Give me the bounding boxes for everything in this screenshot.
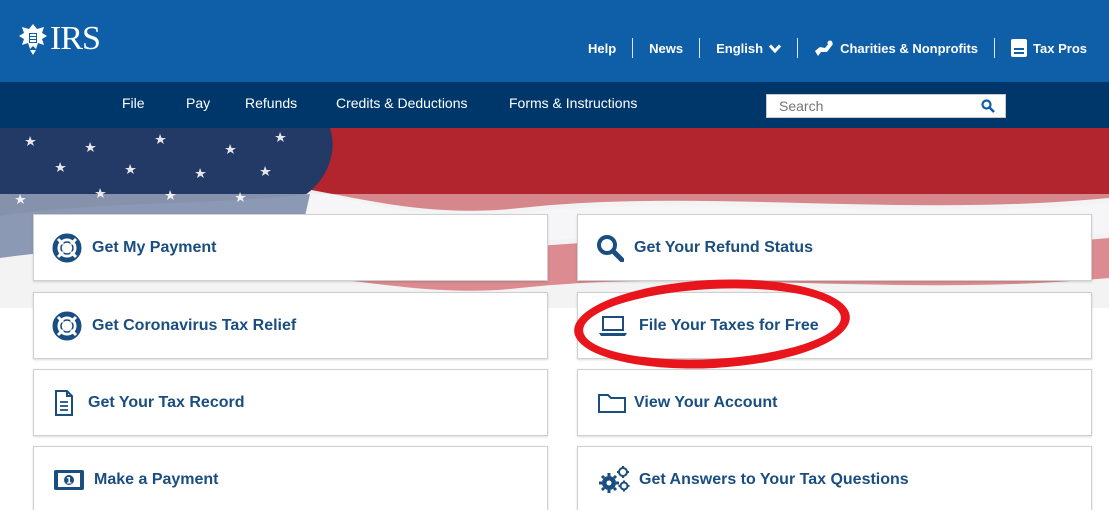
tax-pros-icon: [1011, 39, 1028, 57]
nav-item-pay[interactable]: Pay: [186, 95, 210, 111]
search-icon[interactable]: [981, 99, 995, 113]
news-link[interactable]: News: [649, 41, 683, 56]
magnifier-icon: [597, 234, 624, 262]
card-coronavirus-relief[interactable]: Get Coronavirus Tax Relief: [33, 292, 548, 359]
cash-icon: 1: [54, 469, 84, 490]
divider: [699, 38, 701, 58]
nav-item-credits-deductions[interactable]: Credits & Deductions: [336, 95, 468, 111]
card-label: Get Answers to Your Tax Questions: [639, 470, 909, 488]
svg-text:1: 1: [66, 476, 72, 486]
card-get-refund-status[interactable]: Get Your Refund Status: [577, 214, 1092, 281]
gears-icon: [599, 465, 630, 493]
utility-nav: Help News English Charities & Nonprofits…: [588, 38, 1087, 58]
lifebuoy-icon: [52, 233, 82, 262]
card-get-tax-record[interactable]: Get Your Tax Record: [33, 369, 548, 436]
card-make-payment[interactable]: 1 Make a Payment: [33, 446, 548, 510]
search-input[interactable]: [767, 95, 977, 117]
help-link-label: Help: [587, 40, 617, 56]
irs-logo[interactable]: IRS: [18, 20, 101, 57]
lifebuoy-icon: [52, 311, 82, 340]
nav-item-refunds[interactable]: Refunds: [245, 95, 297, 111]
card-label: Get Your Tax Record: [88, 393, 245, 411]
card-label: File Your Taxes for Free: [639, 316, 819, 334]
eagle-logo-icon: [19, 24, 47, 55]
card-label: Make a Payment: [94, 470, 219, 488]
charities-link[interactable]: Charities & Nonprofits: [814, 40, 978, 57]
tax-pros-link[interactable]: Tax Pros: [1011, 39, 1087, 57]
folder-icon: [598, 393, 626, 413]
divider: [994, 38, 996, 58]
divider: [632, 38, 634, 58]
card-label: Get Your Refund Status: [634, 238, 813, 256]
card-view-account[interactable]: View Your Account: [577, 369, 1092, 436]
divider: [797, 38, 799, 58]
card-tax-questions[interactable]: Get Answers to Your Tax Questions: [577, 446, 1092, 510]
chevron-down-icon: [769, 43, 782, 53]
card-file-taxes-free[interactable]: File Your Taxes for Free: [577, 292, 1092, 359]
laptop-icon: [599, 315, 627, 336]
helping-hand-icon: [815, 40, 834, 56]
search-box: [766, 94, 1006, 118]
charities-link-label: Charities & Nonprofits: [840, 40, 979, 56]
site-header: IRS Help News English Charities & Nonpro…: [0, 0, 1109, 82]
help-link[interactable]: Help: [588, 41, 616, 56]
logo-wordmark: IRS: [50, 20, 101, 57]
language-label: English: [716, 40, 764, 56]
news-link-label: News: [649, 40, 684, 56]
nav-item-file[interactable]: File: [122, 95, 145, 111]
tax-pros-link-label: Tax Pros: [1033, 40, 1087, 56]
language-dropdown[interactable]: English: [716, 40, 782, 56]
card-label: View Your Account: [634, 393, 778, 411]
card-label: Get My Payment: [92, 238, 217, 256]
nav-item-forms-instructions[interactable]: Forms & Instructions: [509, 95, 637, 111]
document-icon: [55, 389, 73, 416]
card-label: Get Coronavirus Tax Relief: [92, 316, 297, 334]
card-get-my-payment[interactable]: Get My Payment: [33, 214, 548, 281]
